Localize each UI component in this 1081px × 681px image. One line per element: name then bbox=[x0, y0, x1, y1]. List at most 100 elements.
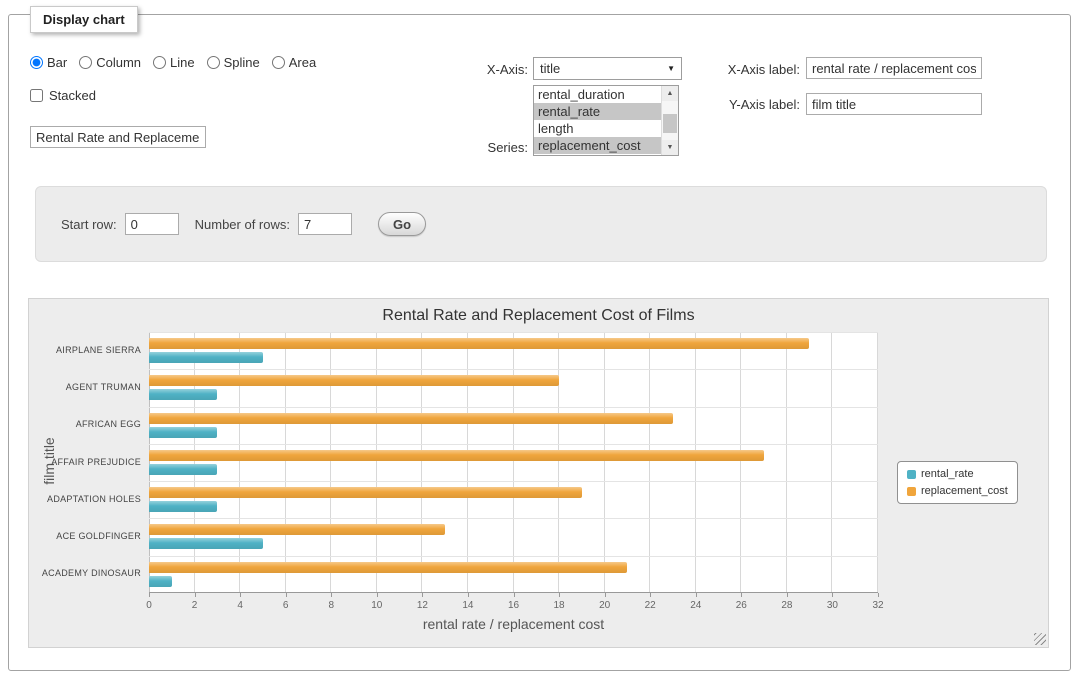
band-gridline bbox=[149, 518, 878, 519]
chart-type-option-line[interactable]: Line bbox=[153, 55, 195, 70]
chart-type-option-spline[interactable]: Spline bbox=[207, 55, 260, 70]
chart-type-option-bar[interactable]: Bar bbox=[30, 55, 67, 70]
bar-rental_rate bbox=[149, 389, 217, 400]
gridline bbox=[513, 332, 514, 593]
axis-tick bbox=[605, 593, 606, 597]
category-label: AIRPLANE SIERRA bbox=[37, 345, 141, 355]
chart-type-label: Column bbox=[96, 55, 141, 70]
series-scrollbar[interactable]: ▲ ▼ bbox=[661, 86, 678, 155]
bar-replacement_cost bbox=[149, 450, 764, 461]
axis-tick bbox=[832, 593, 833, 597]
x-tick-label: 4 bbox=[225, 600, 255, 611]
go-button[interactable]: Go bbox=[378, 212, 426, 236]
gridline bbox=[421, 332, 422, 593]
gridline bbox=[831, 332, 832, 593]
x-axis-select-label: X-Axis: bbox=[440, 62, 528, 77]
axis-tick bbox=[787, 593, 788, 597]
x-axis-label-input[interactable] bbox=[806, 57, 982, 79]
dropdown-arrow-icon: ▼ bbox=[667, 64, 681, 73]
bar-rental_rate bbox=[149, 576, 172, 587]
x-axis-label-label: X-Axis label: bbox=[703, 62, 800, 77]
chart-type-option-area[interactable]: Area bbox=[272, 55, 316, 70]
series-option-rental_duration[interactable]: rental_duration bbox=[534, 86, 661, 103]
start-row-label: Start row: bbox=[61, 217, 117, 232]
x-tick-label: 0 bbox=[134, 600, 164, 611]
axis-tick bbox=[331, 593, 332, 597]
x-tick-label: 8 bbox=[316, 600, 346, 611]
x-tick-label: 32 bbox=[863, 600, 893, 611]
series-multiselect[interactable]: rental_durationrental_ratelengthreplacem… bbox=[533, 85, 679, 156]
series-option-rental_rate[interactable]: rental_rate bbox=[534, 103, 661, 120]
band-gridline bbox=[149, 332, 878, 333]
axis-tick bbox=[741, 593, 742, 597]
bar-rental_rate bbox=[149, 501, 217, 512]
chart-type-radio-bar[interactable] bbox=[30, 56, 43, 69]
x-tick-label: 10 bbox=[362, 600, 392, 611]
series-option-replacement_cost[interactable]: replacement_cost bbox=[534, 137, 661, 154]
x-tick-label: 28 bbox=[772, 600, 802, 611]
stacked-checkbox-row[interactable]: Stacked bbox=[30, 88, 96, 103]
scroll-down-icon[interactable]: ▼ bbox=[662, 140, 678, 155]
axis-tick bbox=[559, 593, 560, 597]
y-axis-label-label: Y-Axis label: bbox=[703, 97, 800, 112]
plot-area bbox=[149, 332, 878, 593]
series-option-length[interactable]: length bbox=[534, 120, 661, 137]
chart-type-radio-spline[interactable] bbox=[207, 56, 220, 69]
legend-label: replacement_cost bbox=[921, 485, 1008, 497]
x-tick-label: 26 bbox=[726, 600, 756, 611]
y-axis-label-input[interactable] bbox=[806, 93, 982, 115]
chart-title-input[interactable] bbox=[30, 126, 206, 148]
x-tick-label: 18 bbox=[544, 600, 574, 611]
series-select-label: Series: bbox=[440, 140, 528, 155]
chart-type-radio-column[interactable] bbox=[79, 56, 92, 69]
gridline bbox=[695, 332, 696, 593]
num-rows-label: Number of rows: bbox=[195, 217, 290, 232]
axis-tick bbox=[878, 593, 879, 597]
legend-item-replacement_cost[interactable]: replacement_cost bbox=[907, 485, 1008, 497]
gridline bbox=[740, 332, 741, 593]
x-tick-label: 30 bbox=[817, 600, 847, 611]
num-rows-input[interactable] bbox=[298, 213, 352, 235]
category-label: ACADEMY DINOSAUR bbox=[37, 568, 141, 578]
chart-type-option-column[interactable]: Column bbox=[79, 55, 141, 70]
x-tick-label: 22 bbox=[635, 600, 665, 611]
category-label: AFFAIR PREJUDICE bbox=[37, 457, 141, 467]
bar-rental_rate bbox=[149, 464, 217, 475]
series-options: rental_durationrental_ratelengthreplacem… bbox=[534, 86, 661, 155]
scroll-up-icon[interactable]: ▲ bbox=[662, 86, 678, 101]
gridline bbox=[786, 332, 787, 593]
bar-replacement_cost bbox=[149, 375, 559, 386]
row-params-panel: Start row: Number of rows: Go bbox=[35, 186, 1047, 262]
legend-item-rental_rate[interactable]: rental_rate bbox=[907, 468, 1008, 480]
bar-rental_rate bbox=[149, 538, 263, 549]
gridline bbox=[558, 332, 559, 593]
axis-tick bbox=[514, 593, 515, 597]
chart-type-radio-area[interactable] bbox=[272, 56, 285, 69]
chart-title: Rental Rate and Replacement Cost of Film… bbox=[29, 307, 1048, 325]
bar-replacement_cost bbox=[149, 487, 582, 498]
chart-type-radio-line[interactable] bbox=[153, 56, 166, 69]
resize-grip-icon[interactable] bbox=[1034, 633, 1046, 645]
chart-type-radio-group: Bar Column Line Spline Area bbox=[30, 55, 316, 70]
band-gridline bbox=[149, 444, 878, 445]
category-label: ADAPTATION HOLES bbox=[37, 494, 141, 504]
category-label: ACE GOLDFINGER bbox=[37, 531, 141, 541]
x-tick-label: 6 bbox=[271, 600, 301, 611]
gridline bbox=[376, 332, 377, 593]
axis-tick bbox=[650, 593, 651, 597]
axis-tick bbox=[377, 593, 378, 597]
chart-type-label: Line bbox=[170, 55, 195, 70]
legend-swatch bbox=[907, 487, 916, 496]
bar-replacement_cost bbox=[149, 524, 445, 535]
start-row-input[interactable] bbox=[125, 213, 179, 235]
band-gridline bbox=[149, 556, 878, 557]
chart-type-label: Spline bbox=[224, 55, 260, 70]
x-axis-select[interactable]: title ▼ bbox=[533, 57, 682, 80]
band-gridline bbox=[149, 407, 878, 408]
gridline bbox=[285, 332, 286, 593]
gridline bbox=[467, 332, 468, 593]
scrollbar-thumb[interactable] bbox=[663, 114, 677, 133]
stacked-checkbox[interactable] bbox=[30, 89, 43, 102]
x-axis-selected-value: title bbox=[540, 61, 560, 76]
y-axis-line bbox=[149, 332, 150, 593]
